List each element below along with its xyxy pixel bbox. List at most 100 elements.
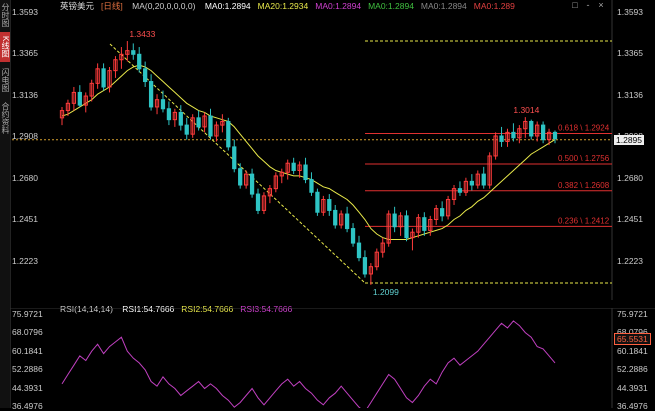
candle[interactable] [119,47,124,69]
candle[interactable] [220,114,225,133]
candle[interactable] [190,114,195,138]
candle[interactable] [107,67,112,93]
candle[interactable] [535,121,540,142]
rsi-axis-left-label: 75.9721 [12,309,43,319]
price-axis-right-label: 1.3136 [617,89,643,100]
candle[interactable] [279,168,284,184]
candle[interactable] [131,43,136,60]
candle[interactable] [362,250,368,278]
price-axis-right-label: 1.3365 [617,48,643,59]
candle[interactable] [154,94,160,115]
candle[interactable] [481,166,486,189]
candle[interactable] [493,132,498,160]
candle[interactable] [226,117,231,151]
candle[interactable] [356,235,362,262]
candle[interactable] [208,108,213,140]
candle[interactable] [463,177,469,196]
candle[interactable] [434,204,439,225]
candle[interactable] [392,206,397,233]
price-axis-left-label: 1.2680 [12,172,38,183]
candle[interactable] [517,125,522,144]
candle[interactable] [499,126,504,147]
price-axis-right-label: 1.2451 [617,214,643,225]
candle[interactable] [386,210,391,247]
candle[interactable] [309,172,314,196]
rsi-chart[interactable] [0,308,655,408]
candle[interactable] [172,108,177,127]
rsi-current-badge: 65.5531 [614,333,651,346]
candle[interactable] [255,188,261,215]
candle[interactable] [440,201,445,222]
candle[interactable] [327,194,332,216]
candle[interactable] [368,263,374,285]
current-price-badge: 1.2895 [614,134,644,145]
candle[interactable] [101,63,106,91]
candle[interactable] [380,237,385,258]
price-axis-left-label: 1.2908 [12,131,38,142]
candle[interactable] [273,172,278,193]
rsi-axis-right-label: 52.2886 [617,364,648,375]
candle[interactable] [261,192,267,215]
candle[interactable] [451,185,457,205]
candle[interactable] [202,112,207,133]
candle[interactable] [95,63,100,89]
candle[interactable] [410,228,415,251]
rsi-line [61,320,556,408]
rsi-axis-right-label: 44.3931 [617,382,648,393]
candle[interactable] [125,41,130,62]
candle[interactable] [243,170,249,189]
candle[interactable] [540,121,546,144]
fib-level-label: 0.382 \ 1.2608 [558,181,610,190]
candle[interactable] [344,206,350,233]
candle[interactable] [59,106,65,126]
candle[interactable] [303,157,308,184]
candle[interactable] [350,223,356,247]
candle[interactable] [232,139,237,173]
price-axis-left-label: 1.3136 [12,89,38,100]
candle[interactable] [77,85,82,107]
candle[interactable] [416,214,421,238]
candle[interactable] [160,90,166,113]
candle[interactable] [249,168,255,198]
candle[interactable] [487,152,492,189]
candle[interactable] [148,74,154,111]
candle[interactable] [404,210,409,242]
candle[interactable] [137,47,142,73]
candle[interactable] [267,185,273,204]
candle[interactable] [523,117,528,138]
rsi-axis-right-label: 36.4976 [617,401,648,411]
candle[interactable] [113,56,118,78]
candle[interactable] [285,159,290,180]
recent-high-label: 1.3014 [513,105,540,116]
candle[interactable] [475,170,480,189]
candle[interactable] [166,101,172,126]
candle[interactable] [398,212,403,236]
candle[interactable] [457,181,463,196]
candle[interactable] [505,128,510,147]
candle[interactable] [422,212,427,236]
candle[interactable] [333,204,338,229]
candle[interactable] [339,210,344,229]
candle[interactable] [214,121,219,142]
candle[interactable] [184,117,189,140]
candlestick-chart[interactable]: 0.618 \ 1.2924 0.500 \ 1.2756 0.382 \ 1.26… [0,0,655,300]
candle[interactable] [83,92,88,113]
candle[interactable] [374,248,379,271]
candle[interactable] [71,86,77,111]
candle[interactable] [511,123,516,142]
price-axis-right-label: 1.3593 [617,7,643,17]
candle[interactable] [297,161,302,178]
price-axis-left-label: 1.3365 [12,48,38,59]
fib-level-label: 0.500 \ 1.2756 [558,154,610,163]
candle[interactable] [469,174,474,191]
candle[interactable] [143,61,148,87]
candle[interactable] [552,130,558,144]
candle[interactable] [238,163,243,189]
candle[interactable] [445,195,451,220]
candle[interactable] [315,188,320,216]
candle[interactable] [321,195,326,216]
rsi-axis-left-label: 36.4976 [12,401,43,411]
price-axis-right-label: 1.2223 [617,255,643,266]
candle[interactable] [529,119,534,140]
candle[interactable] [291,157,296,175]
